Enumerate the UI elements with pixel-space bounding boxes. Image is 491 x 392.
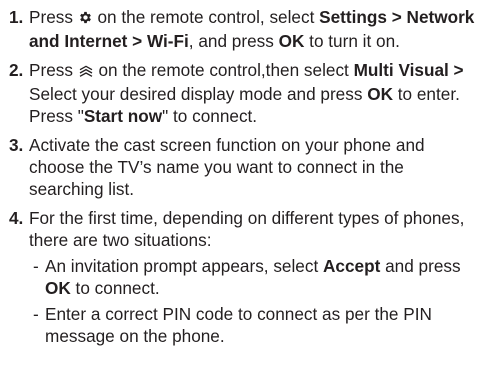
step-text: , and press [188,31,279,51]
dash-bullet: - [33,256,39,276]
step-3: 3. Activate the cast screen function on … [0,134,491,200]
sub-item-text: to connect. [70,278,160,298]
start-now-text: Start now [83,106,163,126]
sub-item-pin: - Enter a correct PIN code to connect as… [29,303,481,347]
instruction-document: 1. Press on the remote control, select S… [0,0,491,392]
ok-key-text: OK [278,31,305,51]
step-text: Activate the cast screen function on you… [29,135,425,199]
source-input-icon [78,61,94,83]
sub-item-text: An invitation prompt appears, select [45,256,324,276]
step-number: 3. [9,135,24,155]
ok-key-text: OK [367,84,393,104]
step-number: 4. [9,208,24,228]
accept-text: Accept [323,256,381,276]
sub-item-text: and press [380,256,461,276]
ok-key-text: OK [45,278,71,298]
step-text: For the first time, depending on differe… [29,208,465,250]
step-text: Select your desired display mode and pre… [29,84,368,104]
step-1: 1. Press on the remote control, select S… [0,6,491,52]
menu-path-text: Multi Visual > [353,60,464,80]
dash-bullet: - [33,304,39,324]
step-text: to turn it on. [304,31,400,51]
step-4: 4. For the first time, depending on diff… [0,207,491,347]
sub-item-accept: - An invitation prompt appears, select A… [29,255,481,299]
sub-item-text: Enter a correct PIN code to connect as p… [45,304,432,346]
step-text: Press [29,60,78,80]
settings-gear-icon [78,8,93,30]
step-text: on the remote control,then select [93,60,354,80]
step-text: " to connect. [162,106,258,126]
step-number: 2. [9,60,24,80]
step-number: 1. [9,7,24,27]
step-text: on the remote control, select [92,7,320,27]
step-text: Press [29,7,78,27]
step-2: 2. Press on the remote control,then sele… [0,59,491,127]
